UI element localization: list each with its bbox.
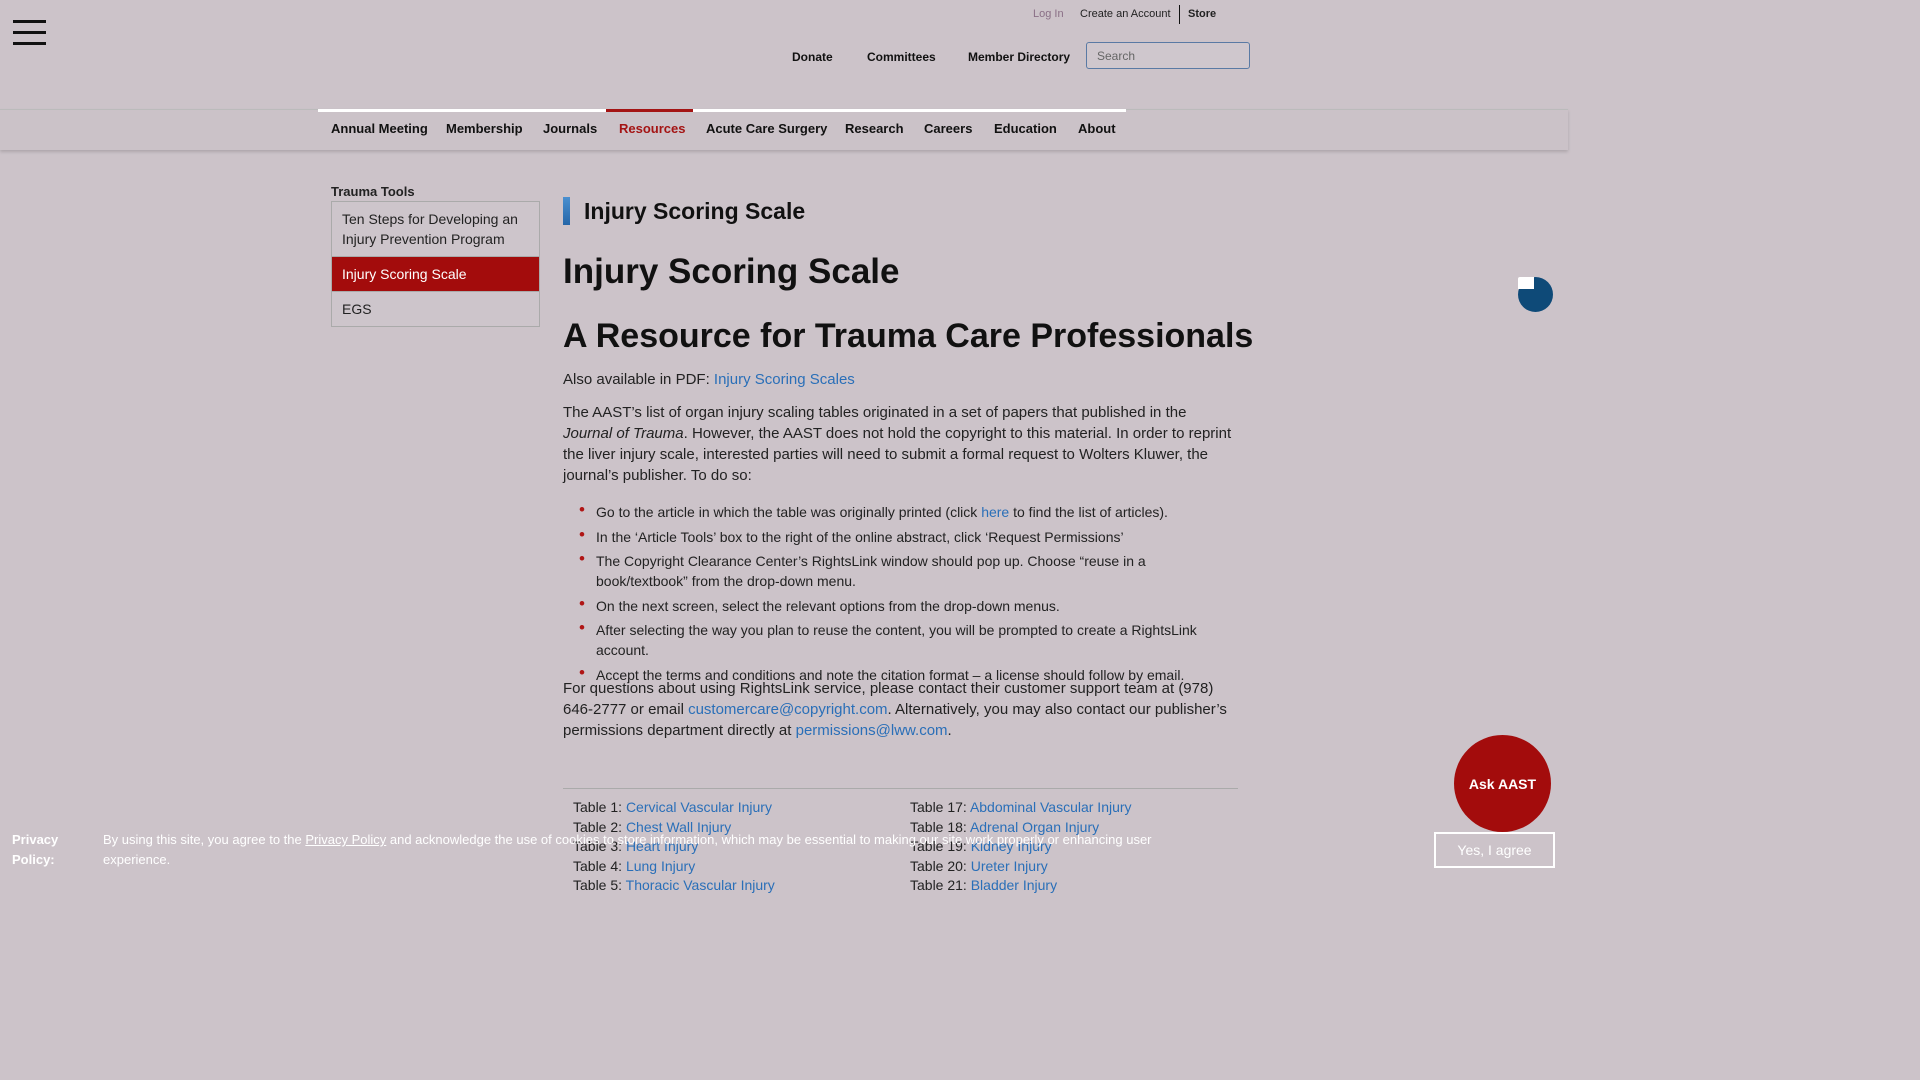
pdf-link[interactable]: Injury Scoring Scales bbox=[714, 371, 855, 388]
sidebar-menu: Ten Steps for Developing an Injury Preve… bbox=[331, 201, 540, 327]
privacy-policy-link[interactable]: Privacy Policy bbox=[305, 832, 386, 847]
table-link[interactable]: Bladder Injury bbox=[971, 877, 1057, 893]
nav-annual-meeting[interactable]: Annual Meeting bbox=[331, 121, 428, 136]
agree-button[interactable]: Yes, I agree bbox=[1434, 832, 1555, 868]
committees-link[interactable]: Committees bbox=[867, 50, 936, 64]
nav-resources[interactable]: Resources bbox=[619, 121, 685, 136]
steps-list: Go to the article in which the table was… bbox=[563, 500, 1236, 689]
broken-image-icon bbox=[1518, 277, 1534, 289]
pdf-line: Also available in PDF: Injury Scoring Sc… bbox=[563, 371, 855, 388]
menu-icon[interactable] bbox=[13, 20, 46, 45]
list-item: After selecting the way you plan to reus… bbox=[579, 618, 1236, 660]
list-item: On the next screen, select the relevant … bbox=[579, 594, 1236, 616]
articles-here-link[interactable]: here bbox=[981, 504, 1009, 520]
nav-acute-care-surgery[interactable]: Acute Care Surgery bbox=[706, 121, 827, 136]
list-item: In the ‘Article Tools’ box to the right … bbox=[579, 525, 1236, 547]
permissions-email-link[interactable]: permissions@lww.com bbox=[796, 722, 948, 739]
table-link[interactable]: Thoracic Vascular Injury bbox=[626, 877, 775, 893]
login-link[interactable]: Log In bbox=[1033, 8, 1064, 20]
member-directory-link[interactable]: Member Directory bbox=[968, 50, 1070, 64]
list-item: The Copyright Clearance Center’s RightsL… bbox=[579, 549, 1236, 591]
list-item: Table 1: Cervical Vascular Injury bbox=[573, 799, 772, 815]
nav-careers[interactable]: Careers bbox=[924, 121, 972, 136]
nav-journals[interactable]: Journals bbox=[543, 121, 597, 136]
donate-link[interactable]: Donate bbox=[792, 50, 833, 64]
sidebar-item-ten-steps[interactable]: Ten Steps for Developing an Injury Preve… bbox=[332, 202, 539, 257]
nav-research[interactable]: Research bbox=[845, 121, 904, 136]
sidebar-item-injury-scoring-scale[interactable]: Injury Scoring Scale bbox=[332, 257, 539, 292]
store-link[interactable]: Store bbox=[1188, 8, 1216, 20]
table-link[interactable]: Cervical Vascular Injury bbox=[626, 799, 772, 815]
sidebar-item-egs[interactable]: EGS bbox=[332, 292, 539, 326]
table-link[interactable]: Abdominal Vascular Injury bbox=[970, 799, 1132, 815]
create-account-link[interactable]: Create an Account bbox=[1080, 8, 1171, 20]
list-item: Go to the article in which the table was… bbox=[579, 500, 1236, 522]
divider bbox=[563, 788, 1238, 789]
title-accent-bar bbox=[563, 197, 570, 225]
list-item: Table 21: Bladder Injury bbox=[910, 877, 1058, 893]
section-title: Injury Scoring Scale bbox=[584, 198, 806, 224]
list-item: Table 17: Abdominal Vascular Injury bbox=[910, 799, 1132, 815]
privacy-text: By using this site, you agree to the Pri… bbox=[103, 832, 1152, 867]
contact-paragraph: For questions about using RightsLink ser… bbox=[563, 680, 1227, 739]
privacy-label: Privacy Policy: bbox=[12, 832, 59, 867]
journal-name: Journal of Trauma bbox=[563, 425, 684, 442]
ask-aast-button[interactable]: Ask AAST bbox=[1454, 735, 1551, 832]
nav-about[interactable]: About bbox=[1078, 121, 1116, 136]
intro-paragraph: The AAST’s list of organ injury scaling … bbox=[563, 404, 1232, 484]
customercare-email-link[interactable]: customercare@copyright.com bbox=[688, 701, 887, 718]
page-subtitle: A Resource for Trauma Care Professionals bbox=[563, 317, 1254, 355]
utility-divider bbox=[1179, 5, 1180, 24]
page-title: Injury Scoring Scale bbox=[563, 252, 900, 291]
nav-active-indicator bbox=[606, 109, 693, 112]
sidebar-title: Trauma Tools bbox=[331, 184, 415, 199]
nav-education[interactable]: Education bbox=[994, 121, 1057, 136]
nav-top-border bbox=[318, 109, 1126, 112]
search-input[interactable] bbox=[1086, 42, 1250, 69]
list-item: Table 5: Thoracic Vascular Injury bbox=[573, 877, 775, 893]
nav-membership[interactable]: Membership bbox=[446, 121, 523, 136]
